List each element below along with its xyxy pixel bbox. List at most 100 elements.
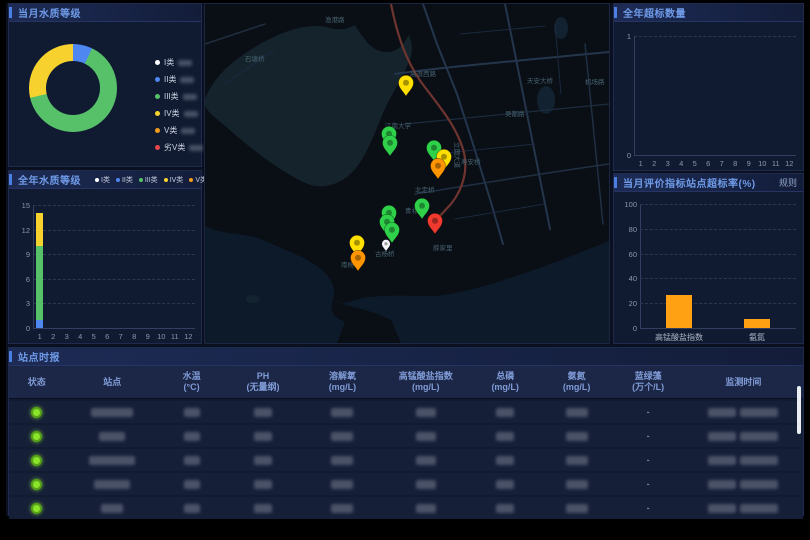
redacted-value (416, 432, 436, 441)
algae-value: - (647, 455, 650, 465)
stack-segment-III类[interactable] (36, 246, 43, 320)
x-tick: 1 (634, 159, 648, 168)
redacted-value (740, 504, 778, 513)
redacted-value (566, 504, 588, 513)
x-tick: 4 (675, 159, 689, 168)
metric-cell (223, 449, 302, 471)
legend-item[interactable]: 劣V类 (155, 139, 203, 156)
redacted-value (254, 480, 272, 489)
x-tick: 11 (769, 159, 783, 168)
redacted-value (708, 480, 736, 489)
status-dot-normal (31, 407, 42, 418)
legend-label: 劣V类 (164, 142, 185, 153)
legend-label: II类 (122, 175, 133, 185)
redacted-value (183, 94, 197, 100)
legend-dot (155, 111, 160, 116)
redacted-value (254, 408, 272, 417)
column-header: 溶解氧(mg/L) (303, 366, 382, 398)
x-tick: 6 (702, 159, 716, 168)
legend-item[interactable]: I类 (95, 175, 110, 185)
legend-item[interactable]: V类 (155, 122, 203, 139)
legend-item[interactable]: II类 (155, 71, 203, 88)
y-tick: 20 (619, 299, 637, 308)
metric-cell (541, 449, 612, 471)
legend-item[interactable]: III类 (139, 175, 158, 185)
redacted-value (566, 456, 588, 465)
station-cell (65, 425, 160, 447)
algae-cell: - (612, 473, 683, 495)
table-row[interactable]: - (9, 497, 803, 519)
x-tick: 7 (715, 159, 729, 168)
algae-value: - (647, 503, 650, 513)
redacted-value (189, 145, 203, 151)
y-tick: 0 (619, 324, 637, 333)
redacted-value (708, 504, 736, 513)
y-tick: 3 (12, 299, 30, 308)
map-place-label: 古杨桥 (375, 249, 395, 258)
x-tick: 12 (783, 159, 797, 168)
status-cell (9, 401, 65, 423)
redacted-value (331, 480, 353, 489)
metric-cell (160, 449, 224, 471)
legend-label: IV类 (170, 175, 184, 185)
legend-item[interactable]: IV类 (155, 105, 203, 122)
y-tick: 6 (12, 275, 30, 284)
donut-legend: I类II类III类IV类V类劣V类 (155, 54, 203, 156)
panel-title-bar: 当月评价指标站点超标率(%) 规则 (614, 174, 803, 192)
column-header: 状态 (9, 366, 65, 398)
panel-title: 当月评价指标站点超标率(%) (623, 175, 756, 190)
y-tick: 15 (12, 201, 30, 210)
time-cell (684, 473, 803, 495)
metric-cell (303, 473, 382, 495)
metric-cell (382, 401, 469, 423)
redacted-value (180, 77, 194, 83)
map-place-label: 吴都路 (505, 109, 525, 118)
stack-segment-IV类[interactable] (36, 213, 43, 246)
x-tick: 4 (74, 332, 88, 341)
metric-cell (382, 425, 469, 447)
stack-segment-II类[interactable] (36, 320, 43, 328)
redacted-value (254, 432, 272, 441)
map-place-label: 薛家里 (433, 243, 453, 252)
metric-cell (541, 497, 612, 519)
map-place-label: 立国大道 (453, 142, 462, 169)
redacted-value (94, 480, 130, 489)
table-row[interactable]: - (9, 473, 803, 495)
bar-氨氮[interactable] (744, 319, 770, 328)
rule-button[interactable]: 规则 (779, 176, 797, 189)
map-panel[interactable]: 石塘桥渔港路高浪西路江南大学北定桥寿安桥天安大桥机场路吴都路薛家里青祁桥古杨桥南… (204, 3, 610, 344)
bar-高锰酸盐指数[interactable] (666, 295, 692, 328)
metric-cell (160, 401, 224, 423)
redacted-value (89, 456, 135, 465)
metric-cell (469, 425, 540, 447)
legend-item[interactable]: I类 (155, 54, 203, 71)
map-place-label: 高浪西路 (410, 69, 437, 78)
status-dot-normal (31, 431, 42, 442)
table-scrollbar-thumb[interactable] (797, 386, 801, 434)
column-header: 高锰酸盐指数(mg/L) (382, 366, 469, 398)
table-row[interactable]: - (9, 425, 803, 447)
metric-cell (469, 401, 540, 423)
x-tick: 7 (114, 332, 128, 341)
metric-cell (303, 401, 382, 423)
metric-cell (223, 425, 302, 447)
redacted-value (740, 456, 778, 465)
legend-item[interactable]: III类 (155, 88, 203, 105)
station-cell (65, 401, 160, 423)
column-header: 氨氮(mg/L) (541, 366, 612, 398)
x-tick: 2 (648, 159, 662, 168)
algae-value: - (647, 431, 650, 441)
y-tick: 100 (619, 200, 637, 209)
legend-dot (139, 178, 143, 182)
dashboard: 当月水质等级 I类II类III类IV类V类劣V类 全年水质等级 I类II类III… (6, 3, 804, 516)
table-row[interactable]: - (9, 401, 803, 423)
table-row[interactable]: - (9, 449, 803, 471)
legend-item[interactable]: II类 (116, 175, 133, 185)
legend-label: III类 (145, 175, 158, 185)
metric-cell (382, 497, 469, 519)
map-canvas[interactable]: 石塘桥渔港路高浪西路江南大学北定桥寿安桥天安大桥机场路吴都路薛家里青祁桥古杨桥南… (205, 4, 609, 343)
metric-cell (303, 497, 382, 519)
panel-station-report: 站点时报 状态站点水温(°C)PH(无量纲)溶解氧(mg/L)高锰酸盐指数(mg… (8, 347, 804, 516)
legend-item[interactable]: IV类 (164, 175, 184, 185)
donut-chart[interactable] (29, 44, 117, 132)
